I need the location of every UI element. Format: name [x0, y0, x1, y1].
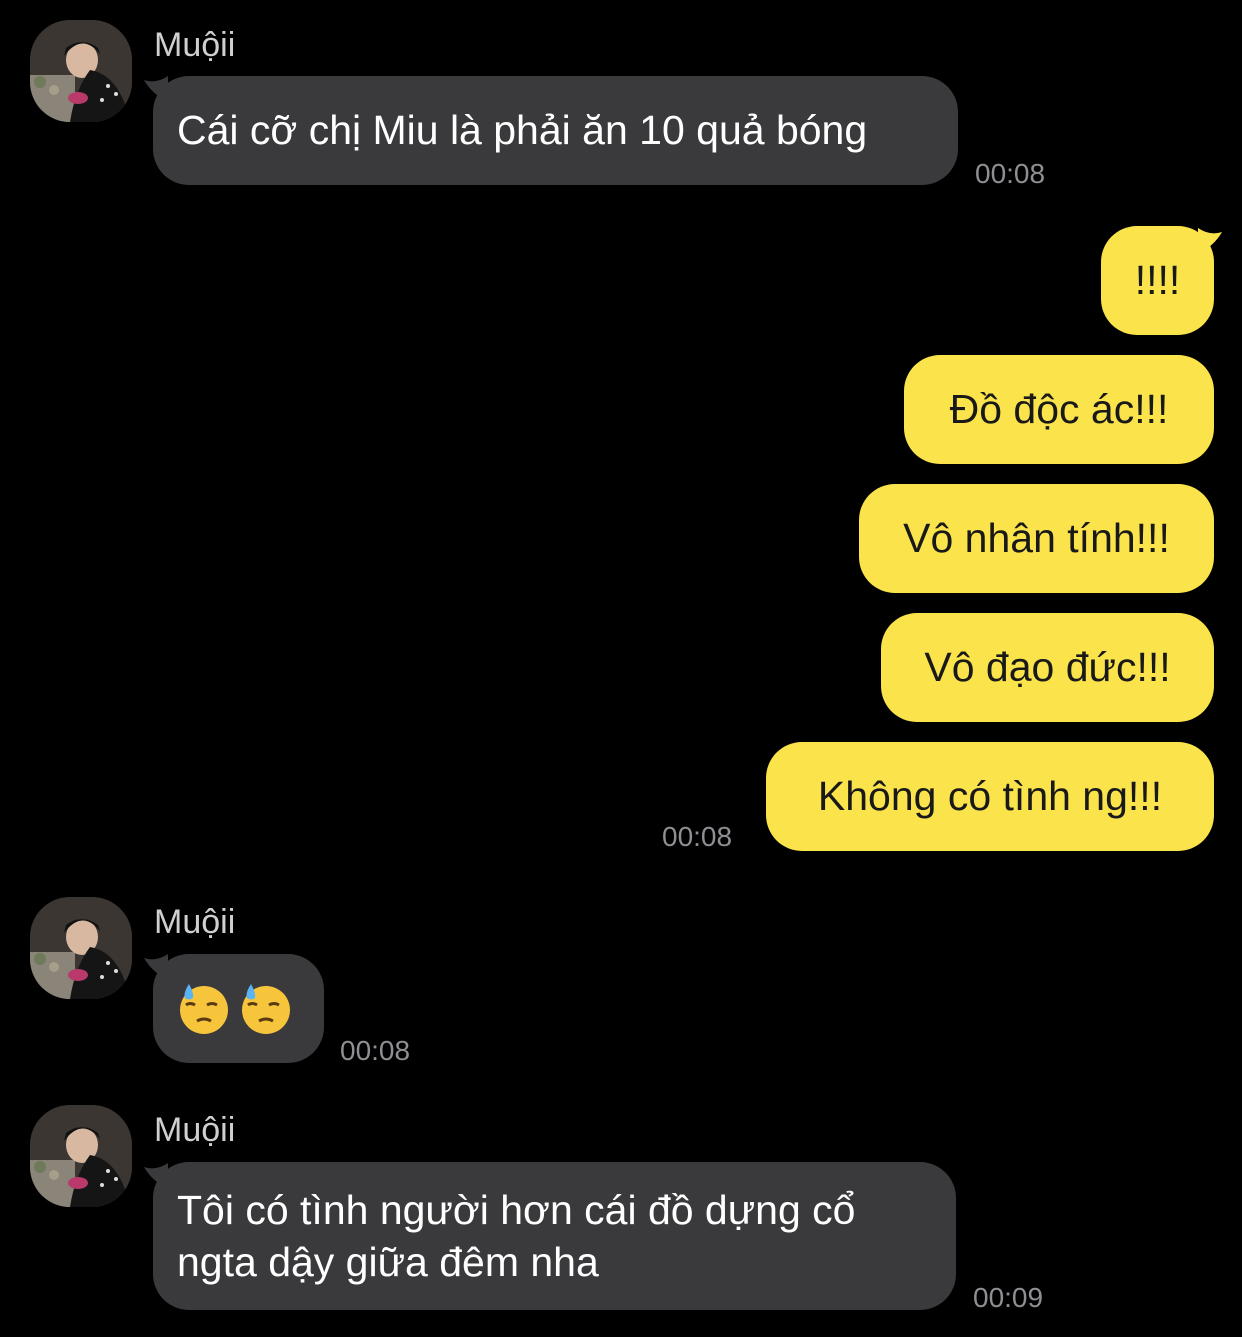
- message-bubble[interactable]: Không có tình ng!!!: [766, 742, 1214, 851]
- message-text: Vô đạo đức!!!: [924, 644, 1171, 690]
- message-bubble[interactable]: Vô đạo đức!!!: [881, 613, 1214, 722]
- message-text: !!!!: [1134, 257, 1181, 303]
- downcast-face-with-sweat-icon: [242, 984, 290, 1034]
- downcast-face-with-sweat-icon: [180, 984, 228, 1034]
- avatar[interactable]: [30, 897, 132, 999]
- message-bubble[interactable]: Tôi có tình người hơn cái đồ dựng cổ ngt…: [153, 1162, 956, 1310]
- message-bubble[interactable]: Vô nhân tính!!!: [859, 484, 1214, 593]
- message-timestamp: 00:09: [973, 1282, 1044, 1313]
- message-text: Vô nhân tính!!!: [903, 515, 1170, 561]
- message-bubble[interactable]: [153, 954, 324, 1063]
- sender-name: Muộii: [154, 26, 236, 64]
- message-text-line: ngta dậy giữa đêm nha: [177, 1239, 599, 1285]
- message-bubble[interactable]: Đồ độc ác!!!: [904, 355, 1214, 464]
- message-text: Không có tình ng!!!: [817, 773, 1163, 819]
- message-bubble[interactable]: !!!!: [1101, 226, 1214, 335]
- message-timestamp: 00:08: [340, 1035, 411, 1066]
- sender-name: Muộii: [154, 903, 236, 941]
- profile-photo-icon: [30, 897, 132, 999]
- avatar[interactable]: [30, 1105, 132, 1207]
- message-text-line: Tôi có tình người hơn cái đồ dựng cổ: [177, 1187, 856, 1233]
- profile-photo-icon: [30, 20, 132, 122]
- sender-name: Muộii: [154, 1111, 236, 1149]
- message-text: Cái cỡ chị Miu là phải ăn 10 quả bóng: [177, 107, 868, 153]
- profile-photo-icon: [30, 1105, 132, 1207]
- message-bubble[interactable]: Cái cỡ chị Miu là phải ăn 10 quả bóng: [153, 76, 958, 185]
- message-timestamp: 00:08: [662, 821, 733, 852]
- avatar[interactable]: [30, 20, 132, 122]
- message-text: Đồ độc ác!!!: [949, 386, 1169, 432]
- message-timestamp: 00:08: [975, 158, 1046, 189]
